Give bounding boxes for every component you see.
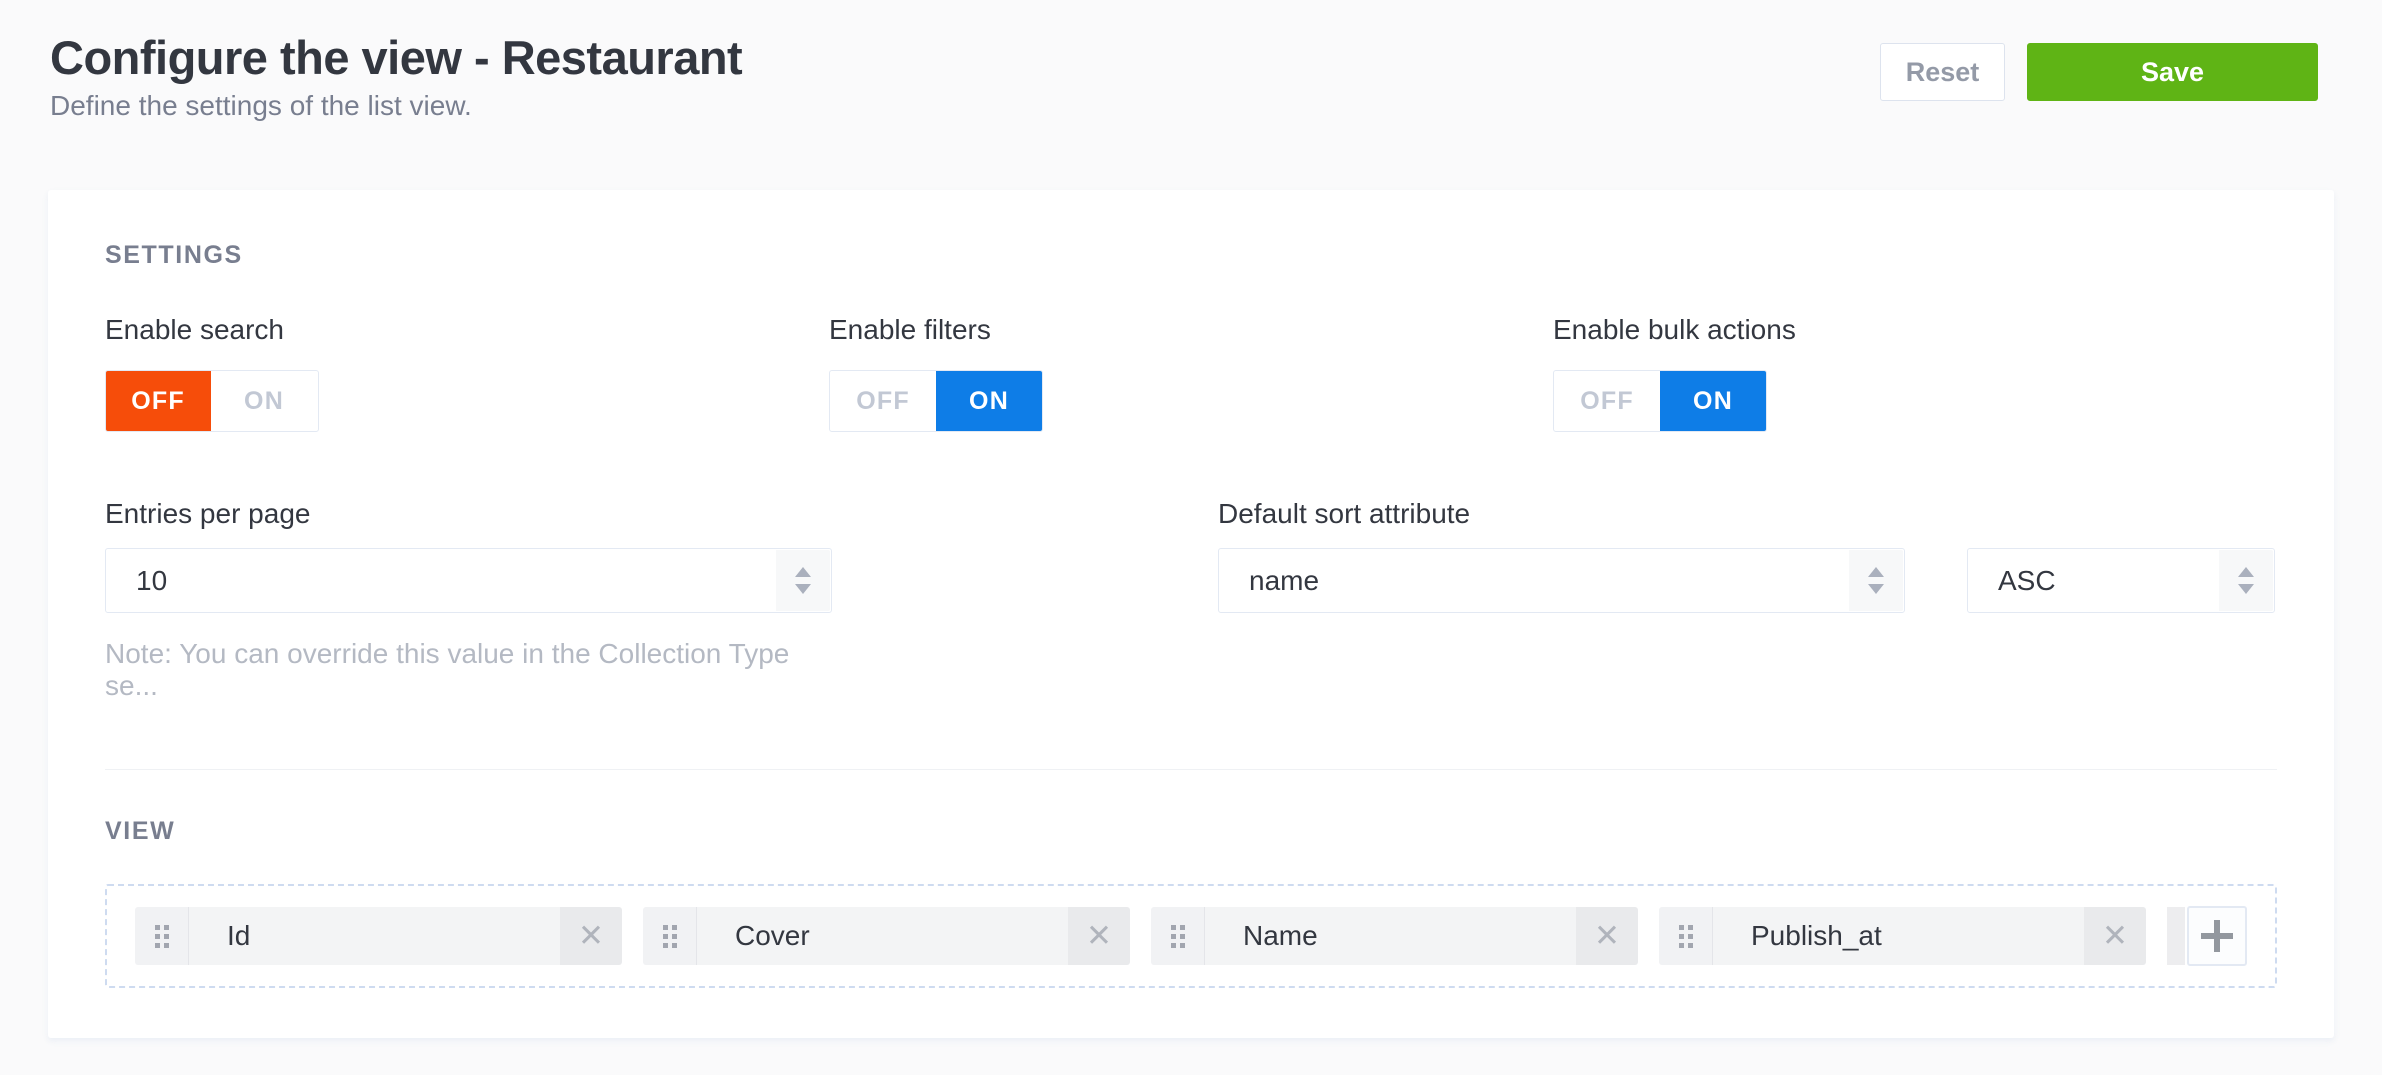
drag-handle-icon[interactable] (643, 907, 697, 965)
enable-search-toggle[interactable]: OFF ON (105, 370, 319, 432)
page-header: Configure the view - Restaurant Define t… (0, 0, 2382, 124)
entries-per-page-select[interactable]: 10 (105, 548, 832, 613)
enable-search-on-option[interactable]: ON (211, 370, 317, 432)
remove-field-icon[interactable]: ✕ (560, 907, 622, 965)
field-chip-publish-at[interactable]: Publish_at ✕ (1659, 907, 2146, 965)
reset-button[interactable]: Reset (1880, 43, 2005, 101)
drag-dots-icon (155, 925, 169, 948)
default-sort-group: Default sort attribute name ASC (1218, 498, 2275, 702)
header-actions: Reset Save (1880, 43, 2318, 101)
add-field-stub (2167, 907, 2185, 965)
drag-dots-icon (1679, 925, 1693, 948)
enable-filters-toggle[interactable]: OFF ON (829, 370, 1043, 432)
settings-card: SETTINGS Enable search OFF ON Enable fil… (48, 190, 2334, 1038)
enable-bulk-actions-group: Enable bulk actions OFF ON (1553, 314, 2277, 432)
page-subtitle: Define the settings of the list view. (50, 88, 742, 124)
arrow-down-icon (795, 584, 811, 594)
arrow-up-icon (1868, 567, 1884, 577)
field-chip-label: Name (1205, 907, 1576, 965)
enable-search-label: Enable search (105, 314, 829, 346)
field-chip-label: Publish_at (1713, 907, 2084, 965)
drag-handle-icon[interactable] (1151, 907, 1205, 965)
enable-bulk-actions-label: Enable bulk actions (1553, 314, 2277, 346)
toggle-row: Enable search OFF ON Enable filters OFF … (105, 314, 2277, 432)
enable-search-group: Enable search OFF ON (105, 314, 829, 432)
field-chip-name[interactable]: Name ✕ (1151, 907, 1638, 965)
arrow-down-icon (1868, 584, 1884, 594)
enable-filters-off-option[interactable]: OFF (830, 370, 936, 432)
enable-bulk-actions-toggle[interactable]: OFF ON (1553, 370, 1767, 432)
add-field-group (2167, 906, 2247, 966)
save-button[interactable]: Save (2027, 43, 2318, 101)
field-chip-label: Id (189, 907, 560, 965)
remove-field-icon[interactable]: ✕ (1576, 907, 1638, 965)
enable-filters-on-option[interactable]: ON (936, 370, 1042, 432)
entries-per-page-value: 10 (136, 565, 167, 597)
arrow-up-icon (795, 567, 811, 577)
field-chip-cover[interactable]: Cover ✕ (643, 907, 1130, 965)
page-title: Configure the view - Restaurant (50, 30, 742, 86)
enable-filters-label: Enable filters (829, 314, 1553, 346)
drag-dots-icon (663, 925, 677, 948)
drag-handle-icon[interactable] (1659, 907, 1713, 965)
section-divider (105, 769, 2277, 770)
default-sort-selects: name ASC (1218, 530, 2275, 613)
add-field-button[interactable] (2187, 906, 2247, 966)
field-chip-label: Cover (697, 907, 1068, 965)
spinner-arrows-icon[interactable] (1849, 550, 1903, 611)
spinner-arrows-icon[interactable] (776, 550, 830, 611)
entries-per-page-label: Entries per page (105, 498, 832, 530)
arrow-down-icon (2238, 584, 2254, 594)
enable-bulk-actions-off-option[interactable]: OFF (1554, 370, 1660, 432)
sort-attribute-value: name (1249, 565, 1319, 597)
selects-row: Entries per page 10 Note: You can overri… (105, 498, 2277, 702)
enable-search-off-option[interactable]: OFF (105, 370, 211, 432)
entries-per-page-note: Note: You can override this value in the… (105, 638, 832, 702)
default-sort-label: Default sort attribute (1218, 498, 2275, 530)
field-drop-zone: Id ✕ Cover ✕ Name ✕ Publish_at ✕ (105, 884, 2277, 988)
settings-section-title: SETTINGS (105, 242, 2277, 268)
arrow-up-icon (2238, 567, 2254, 577)
enable-bulk-actions-on-option[interactable]: ON (1660, 370, 1766, 432)
drag-handle-icon[interactable] (135, 907, 189, 965)
view-section-title: VIEW (105, 818, 2277, 844)
enable-filters-group: Enable filters OFF ON (829, 314, 1553, 432)
sort-attribute-select[interactable]: name (1218, 548, 1905, 613)
page-heading-block: Configure the view - Restaurant Define t… (50, 30, 742, 124)
sort-order-select[interactable]: ASC (1967, 548, 2275, 613)
drag-dots-icon (1171, 925, 1185, 948)
remove-field-icon[interactable]: ✕ (2084, 907, 2146, 965)
remove-field-icon[interactable]: ✕ (1068, 907, 1130, 965)
field-chip-id[interactable]: Id ✕ (135, 907, 622, 965)
entries-per-page-group: Entries per page 10 Note: You can overri… (105, 498, 832, 702)
spinner-arrows-icon[interactable] (2219, 550, 2273, 611)
sort-order-value: ASC (1998, 565, 2056, 597)
